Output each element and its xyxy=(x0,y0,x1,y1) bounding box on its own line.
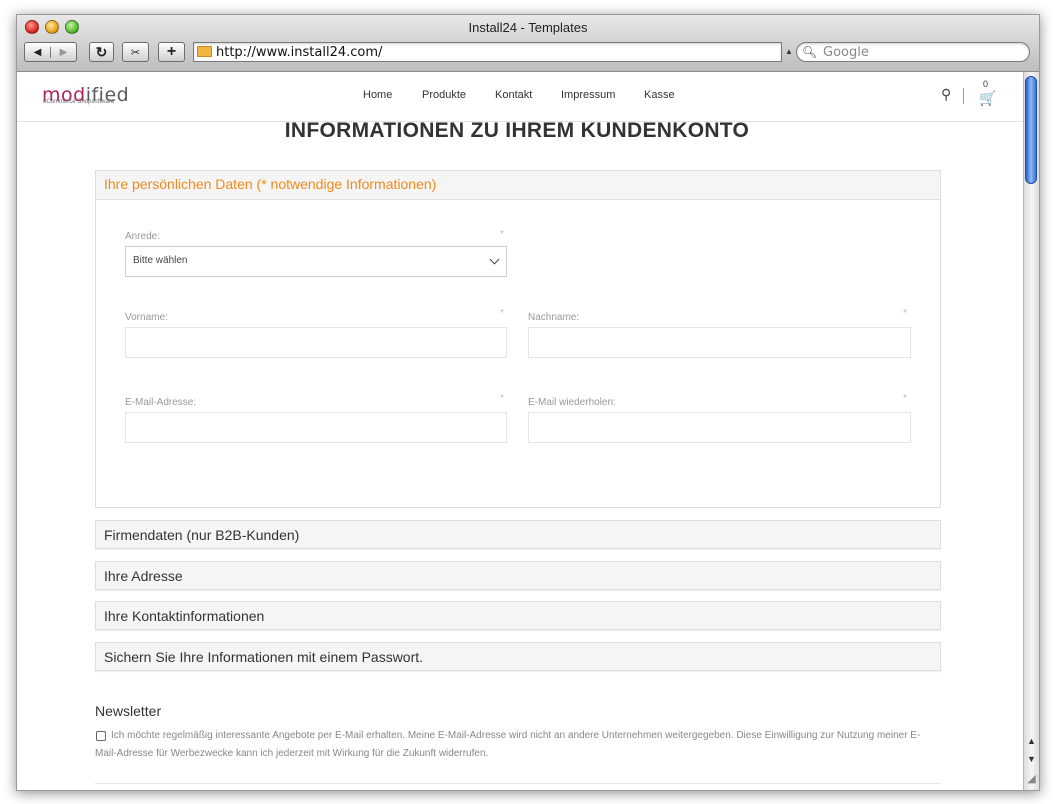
scrollbar-thumb[interactable] xyxy=(1025,76,1037,184)
vertical-scrollbar[interactable]: ▲ ▼ ◢ xyxy=(1023,72,1039,790)
cart-icon[interactable]: 🛒 xyxy=(979,90,996,107)
logo-tagline: eCommerce Shopsoftware xyxy=(43,99,115,105)
scissors-icon: ✂ xyxy=(130,46,141,59)
nav-home[interactable]: Home xyxy=(363,89,392,101)
header-divider xyxy=(963,88,964,104)
anrede-label: Anrede: xyxy=(125,231,161,242)
cart-count-badge: 0 xyxy=(983,79,989,89)
personal-data-panel: Ihre persönlichen Daten (* notwendige In… xyxy=(95,170,941,508)
address-text[interactable]: http://www.install24.com/ xyxy=(216,45,382,60)
back-icon[interactable]: ◀ xyxy=(25,47,50,58)
newsletter-title: Newsletter xyxy=(95,703,162,719)
email-input[interactable] xyxy=(125,412,507,443)
section-firmendaten-label: Firmendaten (nur B2B-Kunden) xyxy=(104,527,300,543)
browser-search-input[interactable]: 🔍︎ Google xyxy=(796,42,1030,62)
snapback-button[interactable]: ✂ xyxy=(122,42,149,62)
site-header: modified eCommerce Shopsoftware Home Pro… xyxy=(17,72,1023,122)
add-bookmark-button[interactable]: + xyxy=(158,42,185,62)
section-passwort[interactable]: Sichern Sie Ihre Informationen mit einem… xyxy=(95,642,941,671)
reload-icon: ↻ xyxy=(95,43,108,60)
title-bar: Install24 - Templates ◀ ▶ ↻ ✂ + http://w… xyxy=(17,15,1039,72)
vorname-label: Vorname: xyxy=(125,312,168,323)
forward-icon[interactable]: ▶ xyxy=(50,46,76,58)
reload-button[interactable]: ↻ xyxy=(89,42,114,62)
browser-window: Install24 - Templates ◀ ▶ ↻ ✂ + http://w… xyxy=(16,14,1040,791)
newsletter-consent-text: Ich möchte regelmäßig interessante Angeb… xyxy=(95,730,921,759)
vorname-required-mark: * xyxy=(500,308,504,319)
search-icon[interactable]: ⚲ xyxy=(941,86,951,103)
scroll-up-icon[interactable]: ▲ xyxy=(1025,736,1038,746)
window-title: Install24 - Templates xyxy=(468,20,588,35)
page-viewport: modified eCommerce Shopsoftware Home Pro… xyxy=(17,72,1023,790)
section-firmendaten[interactable]: Firmendaten (nur B2B-Kunden) xyxy=(95,520,941,549)
scroll-down-icon[interactable]: ▼ xyxy=(1025,754,1038,764)
personal-data-title: Ihre persönlichen Daten (* notwendige In… xyxy=(104,176,437,192)
page-title: INFORMATIONEN ZU IHREM KUNDENKONTO xyxy=(284,119,750,142)
browser-search-placeholder: Google xyxy=(823,45,869,60)
section-passwort-label: Sichern Sie Ihre Informationen mit einem… xyxy=(104,649,424,665)
magnifier-icon: 🔍︎ xyxy=(802,45,818,59)
address-bar[interactable]: http://www.install24.com/ xyxy=(193,42,782,62)
section-adresse[interactable]: Ihre Adresse xyxy=(95,561,941,590)
nav-kasse[interactable]: Kasse xyxy=(644,89,675,101)
personal-data-header[interactable]: Ihre persönlichen Daten (* notwendige In… xyxy=(96,171,940,200)
plus-icon: + xyxy=(166,43,177,60)
nav-produkte[interactable]: Produkte xyxy=(422,89,466,101)
nachname-input[interactable] xyxy=(528,327,911,358)
chevron-down-icon xyxy=(489,254,500,265)
section-adresse-label: Ihre Adresse xyxy=(104,568,183,584)
anrede-required-mark: * xyxy=(500,229,504,240)
nachname-required-mark: * xyxy=(903,308,907,319)
newsletter-checkbox[interactable] xyxy=(96,731,106,741)
email-repeat-required-mark: * xyxy=(903,393,907,404)
nav-kontakt[interactable]: Kontakt xyxy=(495,89,532,101)
resize-grip-icon[interactable]: ◢ xyxy=(1025,772,1038,786)
nachname-label: Nachname: xyxy=(528,312,580,323)
email-label: E-Mail-Adresse: xyxy=(125,397,197,408)
anrede-select-value: Bitte wählen xyxy=(133,255,188,266)
back-forward-group: ◀ ▶ xyxy=(24,42,77,62)
email-repeat-label: E-Mail wiederholen: xyxy=(528,397,616,408)
section-divider xyxy=(95,783,941,784)
email-repeat-input[interactable] xyxy=(528,412,911,443)
url-dropdown-icon[interactable]: ▲ xyxy=(785,47,793,56)
nav-impressum[interactable]: Impressum xyxy=(561,89,615,101)
anrede-select[interactable]: Bitte wählen xyxy=(125,246,507,277)
section-kontaktinformationen-label: Ihre Kontaktinformationen xyxy=(104,608,265,624)
section-kontaktinformationen[interactable]: Ihre Kontaktinformationen xyxy=(95,601,941,630)
vorname-input[interactable] xyxy=(125,327,507,358)
folder-icon xyxy=(197,46,212,57)
email-required-mark: * xyxy=(500,393,504,404)
